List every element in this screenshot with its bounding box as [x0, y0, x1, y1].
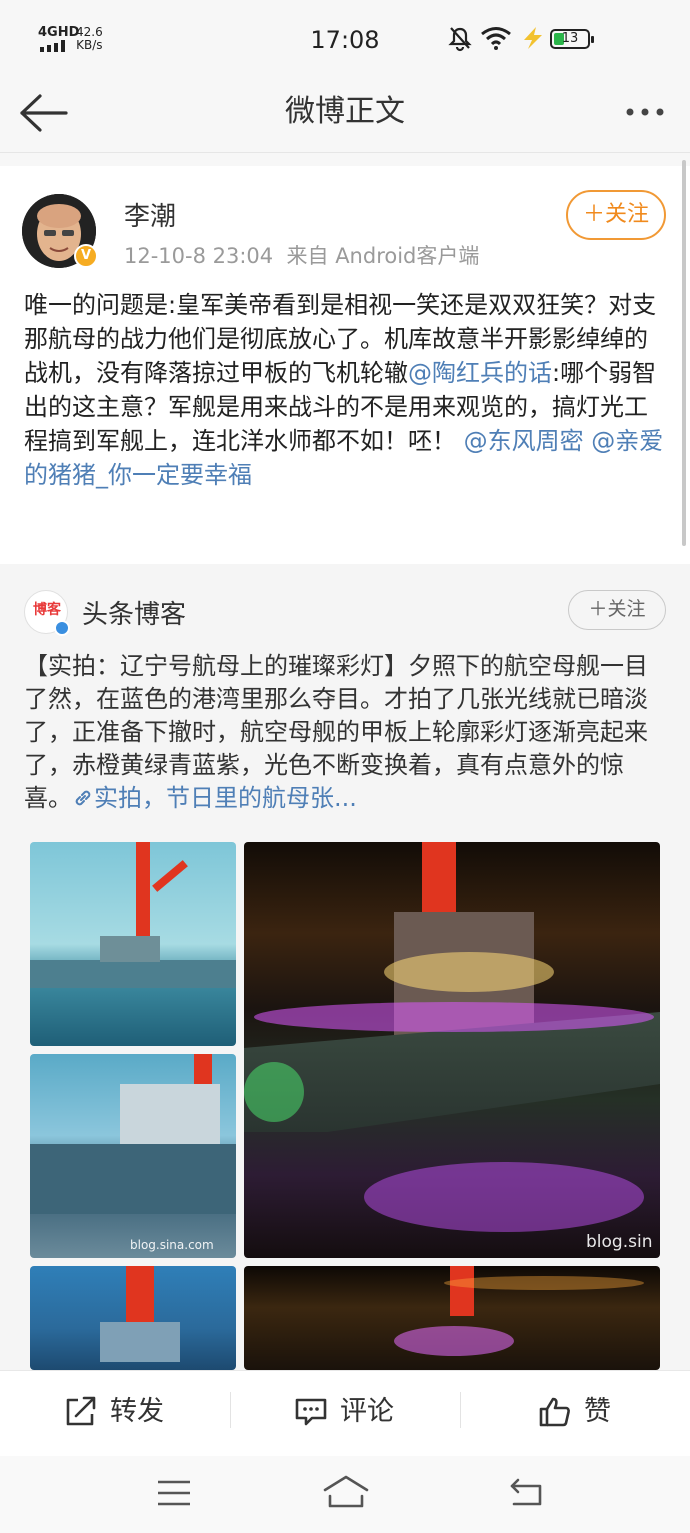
thumbs-up-icon [539, 1397, 570, 1427]
link-icon [75, 790, 91, 806]
comment-icon [295, 1398, 327, 1426]
clock: 17:08 [310, 26, 380, 54]
repost-author-name[interactable]: 头条博客 [82, 594, 186, 631]
repost-avatar-text: 博客 [33, 602, 61, 618]
repost-label: 转发 [110, 1396, 164, 1427]
more-icon[interactable] [620, 100, 670, 124]
article-link[interactable]: 实拍，节日里的航母张... [72, 784, 357, 812]
network-type: 4GHD [38, 25, 80, 40]
verified-badge-icon: V [74, 244, 98, 268]
speed-unit: KB/s [76, 38, 103, 52]
page-title: 微博正文 [285, 94, 405, 129]
repost-text: 【实拍：辽宁号航母上的璀璨彩灯】夕照下的航空母舰一目了然，在蓝色的港湾里那么夺目… [24, 650, 669, 815]
photo-main[interactable]: blog.sin [244, 842, 660, 1258]
post-timestamp: 12-10-8 23:04 [124, 244, 274, 268]
post-meta: 12-10-8 23:04 来自 Android客户端 [124, 240, 479, 270]
divider [230, 1392, 231, 1428]
article-link-text: 实拍，节日里的航母张... [94, 784, 357, 812]
home-icon[interactable] [322, 1474, 370, 1510]
wifi-icon [481, 27, 511, 50]
photo-thumbnail[interactable] [244, 1266, 660, 1370]
battery-icon: 13 [550, 29, 594, 49]
photo-thumbnail[interactable] [30, 1266, 236, 1370]
network-speed: 42.6 KB/s [76, 26, 103, 52]
back-nav-icon[interactable] [508, 1476, 544, 1508]
signal-icon [40, 40, 65, 52]
mention-link[interactable]: @东风周密 [464, 427, 584, 455]
charging-icon [524, 27, 542, 49]
verified-badge-icon [54, 620, 70, 636]
photo-watermark: blog.sina.com [130, 1238, 214, 1252]
post-source: 来自 Android客户端 [286, 244, 480, 268]
divider [460, 1392, 461, 1428]
repost-follow-button[interactable]: ＋关注 [568, 590, 666, 630]
scrollbar[interactable] [682, 160, 686, 546]
mention-link[interactable]: @陶红兵的话 [408, 359, 552, 387]
photo-watermark: blog.sin [586, 1232, 653, 1252]
like-label: 赞 [584, 1396, 611, 1427]
comment-label: 评论 [340, 1396, 394, 1427]
battery-level: 13 [561, 31, 579, 46]
repost-icon [66, 1396, 96, 1426]
menu-icon[interactable] [156, 1478, 192, 1508]
back-arrow-icon[interactable] [18, 92, 70, 134]
follow-button[interactable]: ＋关注 [566, 190, 666, 240]
photo-thumbnail[interactable]: blog.sina.com [30, 1054, 236, 1258]
author-name[interactable]: 李潮 [124, 196, 176, 233]
mute-icon [448, 27, 472, 52]
photo-thumbnail[interactable] [30, 842, 236, 1046]
post-text: 唯一的问题是:皇军美帝看到是相视一笑还是双双狂笑？对支那航母的战力他们是彻底放心… [24, 288, 664, 492]
